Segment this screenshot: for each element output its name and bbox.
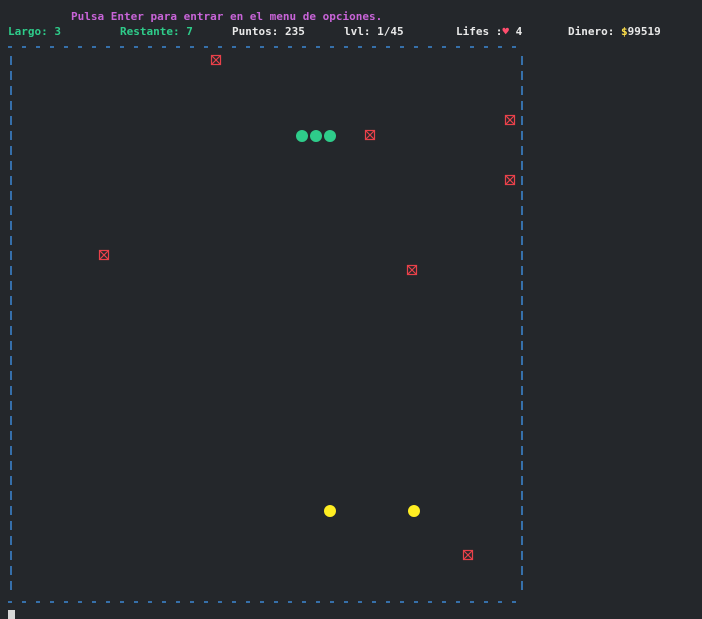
food-dot	[324, 505, 336, 517]
game-board	[8, 46, 523, 603]
obstacle-icon	[504, 114, 516, 126]
obstacle-icon	[98, 249, 110, 261]
board-border	[8, 46, 523, 603]
snake-segment	[324, 130, 336, 142]
obstacle-icon	[462, 549, 474, 561]
terminal-cursor	[8, 610, 15, 619]
snake-segment	[296, 130, 308, 142]
food-dot	[408, 505, 420, 517]
snake-segment	[310, 130, 322, 142]
obstacle-icon	[364, 129, 376, 141]
obstacle-icon	[406, 264, 418, 276]
obstacle-icon	[504, 174, 516, 186]
obstacle-icon	[210, 54, 222, 66]
board-items	[98, 54, 516, 561]
